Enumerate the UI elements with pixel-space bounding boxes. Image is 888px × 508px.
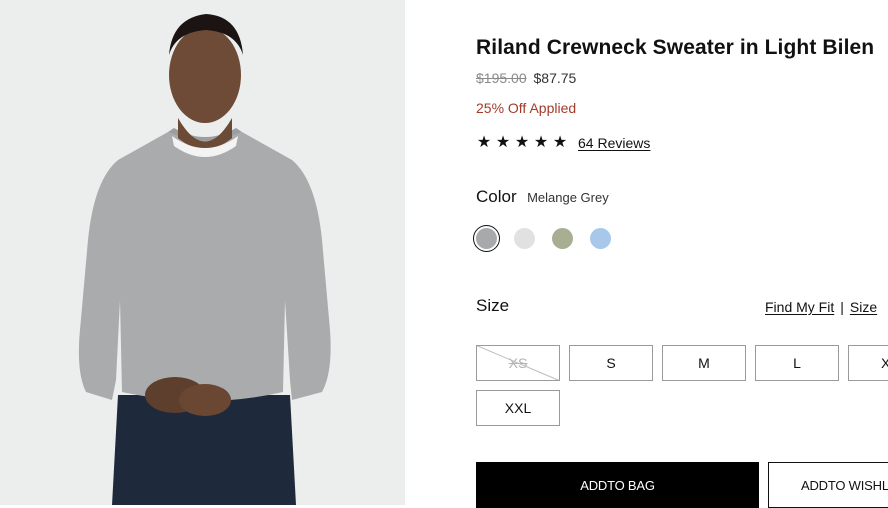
swatch-sage[interactable] xyxy=(552,228,573,249)
size-row: Size Find My Fit | Size xyxy=(476,296,888,316)
size-option-m[interactable]: M xyxy=(662,345,746,381)
star-icon: ★ xyxy=(514,134,530,151)
size-option-xxl[interactable]: XXL xyxy=(476,390,560,426)
swatch-light-grey[interactable] xyxy=(514,228,535,249)
size-option-xl[interactable]: X xyxy=(848,345,888,381)
find-my-fit-link[interactable]: Find My Fit xyxy=(765,299,834,315)
color-swatches xyxy=(473,225,611,252)
size-label: Size xyxy=(476,296,510,315)
product-photo-illustration xyxy=(0,0,405,505)
price-row: $195.00 $87.75 xyxy=(476,70,576,86)
link-separator: | xyxy=(840,299,844,315)
size-option-s[interactable]: S xyxy=(569,345,653,381)
add-to-bag-button[interactable]: ADDTO BAG xyxy=(476,462,759,508)
size-links: Find My Fit | Size xyxy=(765,299,877,315)
original-price: $195.00 xyxy=(476,70,527,86)
unavailable-slash xyxy=(477,346,559,380)
discount-label: 25% Off Applied xyxy=(476,100,577,116)
size-option-label: M xyxy=(698,355,710,371)
size-option-label: X xyxy=(881,355,888,371)
star-rating: ★ ★ ★ ★ ★ xyxy=(476,134,568,152)
size-guide-link[interactable]: Size xyxy=(850,299,877,315)
add-to-wishlist-button[interactable]: ADDTO WISHLIS xyxy=(768,462,888,508)
product-details: Riland Crewneck Sweater in Light Bilen $… xyxy=(473,0,888,508)
size-option-label: L xyxy=(793,355,801,371)
swatch-light-blue[interactable] xyxy=(590,228,611,249)
sale-price: $87.75 xyxy=(533,70,577,86)
selected-color-name: Melange Grey xyxy=(527,190,609,205)
star-icon: ★ xyxy=(552,134,568,151)
color-label: Color xyxy=(476,187,517,206)
swatch-melange-grey[interactable] xyxy=(473,225,500,252)
size-option-xs[interactable]: XS xyxy=(476,345,560,381)
product-image xyxy=(0,0,405,505)
size-option-l[interactable]: L xyxy=(755,345,839,381)
size-option-label: S xyxy=(606,355,616,371)
reviews-link[interactable]: 64 Reviews xyxy=(578,135,650,151)
size-option-label: XXL xyxy=(504,400,532,416)
product-title: Riland Crewneck Sweater in Light Bilen xyxy=(476,36,875,59)
star-icon: ★ xyxy=(533,134,549,151)
rating-row: ★ ★ ★ ★ ★ 64 Reviews xyxy=(476,134,651,152)
star-icon: ★ xyxy=(476,134,492,151)
star-icon: ★ xyxy=(495,134,511,151)
color-row: Color Melange Grey xyxy=(476,187,609,207)
